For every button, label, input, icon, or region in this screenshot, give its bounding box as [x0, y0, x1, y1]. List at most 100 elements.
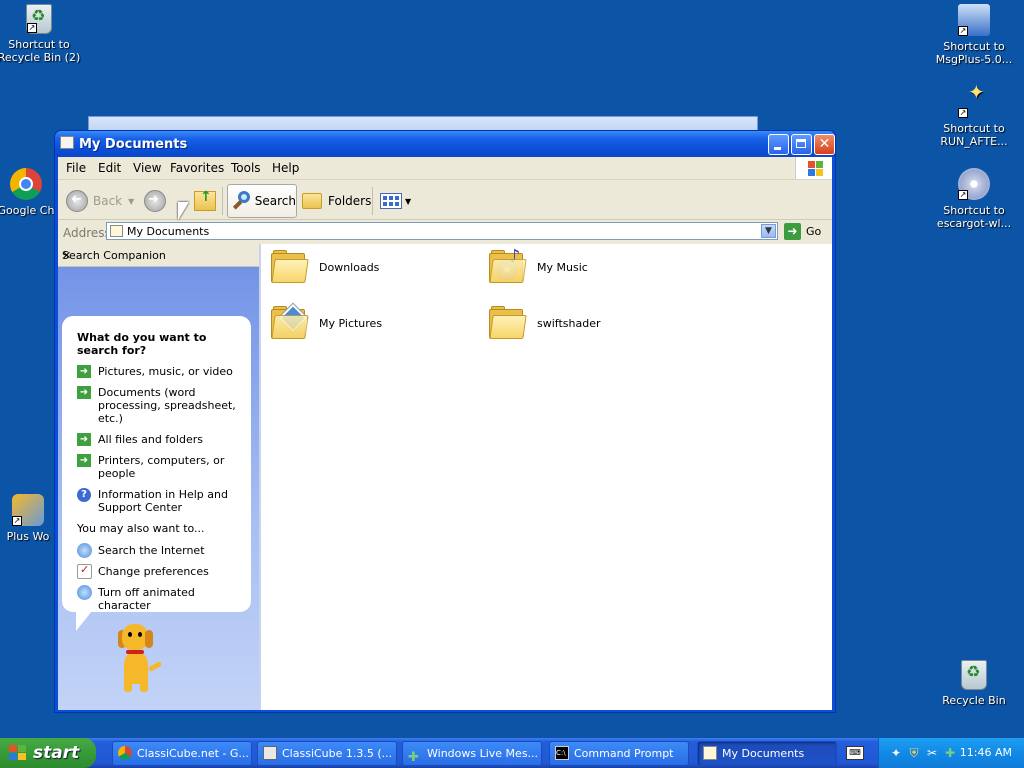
desktop-icon-recycle-bin-shortcut[interactable]: ↗ Shortcut to Recycle Bin (2) [0, 4, 84, 64]
chrome-icon [118, 746, 132, 760]
also-label: You may also want to... [77, 522, 205, 535]
close-button[interactable]: ✕ [814, 134, 835, 155]
search-dog-character[interactable] [110, 624, 170, 694]
go-button[interactable]: ➜ Go [784, 222, 821, 240]
toolbar-separator [222, 187, 223, 215]
desktop-icon-label: Shortcut to MsgPlus-5.0... [935, 40, 1013, 66]
file-name: Downloads [319, 260, 380, 274]
search-option-help[interactable]: ? Information in Help and Support Center [77, 488, 237, 514]
security-shield-icon[interactable]: ⛨ [907, 746, 921, 760]
folders-icon [302, 193, 322, 209]
search-option-documents[interactable]: ➜ Documents (word processing, spreadshee… [77, 386, 237, 425]
recycle-bin-icon [961, 660, 987, 690]
desktop-icon-run-after-shortcut[interactable]: ✦ ↗ Shortcut to RUN_AFTE... [929, 80, 1019, 148]
plus-icon: ↗ [12, 494, 44, 526]
file-item-swiftshader[interactable]: swiftshader [489, 306, 601, 340]
folder-icon [271, 250, 309, 284]
pictures-folder-icon [271, 303, 309, 340]
menu-favorites[interactable]: Favorites [170, 161, 224, 175]
menu-view[interactable]: View [133, 161, 161, 175]
taskbar-button-classicube-net[interactable]: ClassiCube.net - G... [112, 741, 252, 766]
search-question: What do you want to search for? [77, 331, 207, 357]
taskbar-button-my-documents[interactable]: My Documents [697, 741, 837, 766]
views-dropdown-icon: ▼ [405, 196, 412, 206]
green-arrow-icon: ➜ [77, 433, 91, 446]
views-icon [380, 193, 402, 209]
messenger-tray-icon[interactable]: ✚ [943, 746, 957, 760]
window-client-area: File Edit View Favorites Tools Help Back… [58, 157, 832, 710]
shortcut-arrow-icon: ↗ [958, 26, 968, 36]
search-option-printers[interactable]: ➜ Printers, computers, or people [77, 454, 237, 480]
search-companion-header: Search Companion ✕ [58, 244, 259, 267]
folder-icon [489, 306, 527, 340]
desktop-icon-label: Shortcut to Recycle Bin (2) [0, 38, 81, 64]
option-label: Turn off animated character [98, 586, 195, 612]
also-option-change-preferences[interactable]: Change preferences [77, 563, 237, 579]
search-option-all-files[interactable]: ➜ All files and folders [77, 433, 237, 446]
file-item-my-music[interactable]: ♪ My Music [489, 246, 588, 284]
system-tray: ✦ ⛨ ✂ ✚ 11:46 AM [878, 738, 1024, 768]
taskbar-button-classicube-app[interactable]: ClassiCube 1.3.5 (... [257, 741, 397, 766]
option-label: Documents (word processing, spreadsheet,… [98, 386, 236, 425]
address-input[interactable]: My Documents ▼ [106, 222, 778, 240]
search-option-pictures[interactable]: ➜ Pictures, music, or video [77, 365, 237, 378]
taskbar: start ClassiCube.net - G... ClassiCube 1… [0, 738, 1024, 768]
address-dropdown-icon[interactable]: ▼ [761, 224, 776, 238]
desktop-icon-label: Recycle Bin [942, 694, 1006, 707]
file-item-downloads[interactable]: Downloads [271, 250, 379, 284]
search-button[interactable]: Search [227, 184, 297, 218]
file-item-my-pictures[interactable]: My Pictures [271, 303, 382, 340]
mouse-cursor-icon [178, 202, 189, 220]
option-label: Printers, computers, or people [98, 454, 225, 480]
forward-arrow-icon [144, 190, 166, 212]
also-option-turn-off-character[interactable]: Turn off animated character [77, 585, 237, 612]
menu-file[interactable]: File [66, 161, 86, 175]
taskbar-button-windows-live-messenger[interactable]: ✚ Windows Live Mes... [402, 741, 542, 766]
shortcut-arrow-icon: ↗ [27, 23, 37, 33]
task-label: ClassiCube 1.3.5 (... [282, 747, 393, 760]
up-folder-button[interactable]: ↑ [194, 184, 216, 218]
menu-help[interactable]: Help [272, 161, 299, 175]
help-icon: ? [77, 488, 91, 502]
menu-edit[interactable]: Edit [98, 161, 121, 175]
back-dropdown-icon[interactable]: ▼ [128, 197, 134, 206]
network-icon[interactable]: ✦ [889, 746, 903, 760]
keyboard-icon[interactable]: ⌨ [846, 746, 864, 760]
folders-button[interactable]: Folders [302, 184, 371, 218]
views-button[interactable]: ▼ [380, 184, 411, 218]
clock[interactable]: 11:46 AM [960, 746, 1012, 759]
window-title: My Documents [79, 137, 188, 152]
up-folder-icon: ↑ [194, 189, 216, 211]
option-label: Information in Help and Support Center [98, 488, 228, 514]
also-option-search-internet[interactable]: Search the Internet [77, 543, 237, 558]
command-prompt-icon: C:\ [555, 746, 569, 760]
desktop-icon-msgplus-shortcut[interactable]: ↗ Shortcut to MsgPlus-5.0... [929, 4, 1019, 66]
address-value: My Documents [127, 225, 210, 238]
menu-tools[interactable]: Tools [231, 161, 261, 175]
green-arrow-icon: ➜ [77, 386, 91, 399]
start-button[interactable]: start [0, 738, 96, 768]
go-arrow-icon: ➜ [784, 222, 801, 240]
toolbar: Back ▼ ↑ Search Folders [58, 181, 832, 220]
music-folder-icon: ♪ [489, 246, 527, 284]
back-button[interactable]: Back ▼ [66, 184, 134, 218]
option-label: Change preferences [98, 565, 209, 578]
desktop-icon-escargot-shortcut[interactable]: ↗ Shortcut to escargot-wl... [929, 168, 1019, 230]
shortcut-arrow-icon: ↗ [12, 516, 22, 526]
explorer-window: My Documents ✕ File Edit View Favorites … [54, 130, 836, 713]
option-label: All files and folders [98, 433, 203, 446]
minimize-button[interactable] [768, 134, 789, 155]
maximize-button[interactable] [791, 134, 812, 155]
taskbar-button-command-prompt[interactable]: C:\ Command Prompt [549, 741, 689, 766]
search-companion-pane: Search Companion ✕ What do you want to s… [58, 244, 259, 710]
connection-icon[interactable]: ✂ [925, 746, 939, 760]
green-arrow-icon: ➜ [77, 365, 91, 378]
close-icon[interactable]: ✕ [62, 249, 252, 262]
my-documents-icon [110, 225, 123, 237]
title-bar[interactable]: My Documents ✕ [55, 131, 835, 157]
desktop-icon-recycle-bin[interactable]: Recycle Bin [929, 660, 1019, 707]
forward-button[interactable] [144, 184, 166, 218]
internet-search-icon [77, 543, 92, 558]
folders-label: Folders [328, 194, 372, 208]
magic-wand-icon: ✦ ↗ [958, 80, 985, 118]
